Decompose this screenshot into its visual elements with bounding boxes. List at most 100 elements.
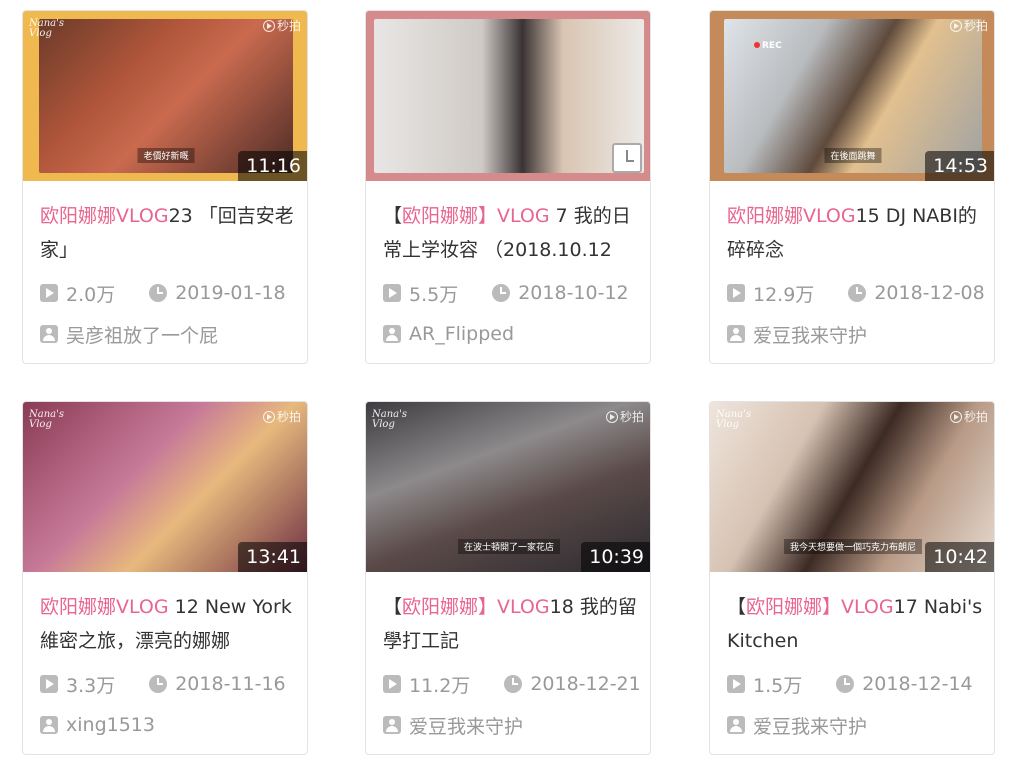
miaopai-icon <box>605 410 618 423</box>
watermark-text: 秒拍 <box>963 19 988 33</box>
miaopai-watermark: 秒拍 <box>262 408 301 425</box>
video-title[interactable]: 欧阳娜娜VLOG23 「回吉安老家」 <box>40 199 296 267</box>
thumbnail-image <box>374 19 644 173</box>
video-thumbnail[interactable]: Nana's Vlog 秒拍 我今天想要做一個巧克力布朗尼 10:42 <box>710 402 994 572</box>
watch-later-icon[interactable] <box>612 143 642 173</box>
clock-icon <box>149 675 168 693</box>
video-card[interactable]: Nana's Vlog 秒拍 在波士頓開了一家花店 10:39 【欧阳娜娜】VLO… <box>365 401 651 755</box>
clock-icon <box>848 284 867 302</box>
video-meta: 3.3万 2018-11-16 <box>40 671 300 697</box>
video-title[interactable]: 【欧阳娜娜】VLOG18 我的留學打工記 <box>383 590 639 658</box>
upload-date: 2018-12-21 <box>504 673 641 695</box>
watermark-text: 秒拍 <box>276 19 301 33</box>
play-icon <box>727 284 745 302</box>
video-meta: 1.5万 2018-12-14 <box>727 671 987 697</box>
view-count-text: 11.2万 <box>409 674 471 697</box>
video-duration: 11:16 <box>238 151 307 181</box>
uploader-name[interactable]: AR_Flipped <box>409 323 514 345</box>
title-highlight: 欧阳娜娜】VLOG <box>402 205 550 227</box>
video-title[interactable]: 欧阳娜娜VLOG 12 New York 維密之旅，漂亮的娜娜 <box>40 590 296 658</box>
video-thumbnail[interactable] <box>366 11 650 181</box>
uploader[interactable]: 爱豆我来守护 <box>383 712 523 738</box>
miaopai-watermark: 秒拍 <box>949 17 988 34</box>
uploader[interactable]: 爱豆我来守护 <box>727 321 867 347</box>
upload-date-text: 2018-10-12 <box>518 282 629 304</box>
uploader[interactable]: 爱豆我来守护 <box>727 712 867 738</box>
upload-date-text: 2019-01-18 <box>175 282 286 304</box>
video-card[interactable]: Nana's Vlog 秒拍 我今天想要做一個巧克力布朗尼 10:42 【欧阳娜娜… <box>709 401 995 755</box>
view-count: 11.2万 <box>383 671 470 698</box>
user-icon <box>383 325 401 343</box>
title-prefix: 【 <box>383 596 403 618</box>
video-thumbnail[interactable]: REC 秒拍 在後面跳舞 14:53 <box>710 11 994 181</box>
clock-icon <box>149 284 168 302</box>
play-icon <box>40 675 58 693</box>
title-highlight: 欧阳娜娜VLOG <box>40 205 169 227</box>
video-card[interactable]: Nana's Vlog 秒拍 老價好新嘅 11:16 欧阳娜娜VLOG23 「回吉… <box>22 10 308 364</box>
user-icon <box>727 325 745 343</box>
view-count-text: 1.5万 <box>753 674 803 697</box>
video-meta: 11.2万 2018-12-21 <box>383 671 643 697</box>
play-icon <box>383 675 401 693</box>
upload-date: 2019-01-18 <box>149 282 286 304</box>
view-count: 1.5万 <box>727 671 802 698</box>
clock-icon <box>504 675 523 693</box>
video-title[interactable]: 【欧阳娜娜】VLOG 7 我的日常上学妆容 （2018.10.12 <box>383 199 639 267</box>
video-meta: 2.0万 2019-01-18 <box>40 280 300 306</box>
play-icon <box>40 284 58 302</box>
play-icon <box>727 675 745 693</box>
watermark-text: 秒拍 <box>619 410 644 424</box>
vlog-logo: Nana's Vlog <box>372 409 407 430</box>
video-title[interactable]: 欧阳娜娜VLOG15 DJ NABI的碎碎念 <box>727 199 983 267</box>
video-duration: 10:42 <box>925 542 994 572</box>
video-card[interactable]: REC 秒拍 在後面跳舞 14:53 欧阳娜娜VLOG15 DJ NABI的碎碎… <box>709 10 995 364</box>
title-highlight: 欧阳娜娜】VLOG <box>746 596 894 618</box>
title-highlight: 欧阳娜娜】VLOG <box>402 596 550 618</box>
view-count-text: 5.5万 <box>409 283 459 306</box>
upload-date: 2018-12-14 <box>836 673 973 695</box>
video-thumbnail[interactable]: Nana's Vlog 秒拍 13:41 <box>23 402 307 572</box>
vlog-logo: Nana's Vlog <box>716 409 751 430</box>
user-icon <box>40 325 58 343</box>
rec-indicator: REC <box>754 41 782 51</box>
uploader-name[interactable]: 爱豆我来守护 <box>753 712 867 739</box>
uploader-name[interactable]: 爱豆我来守护 <box>409 712 523 739</box>
video-meta: 5.5万 2018-10-12 <box>383 280 643 306</box>
view-count: 12.9万 <box>727 280 814 307</box>
clock-icon <box>836 675 855 693</box>
miaopai-watermark: 秒拍 <box>262 17 301 34</box>
miaopai-watermark: 秒拍 <box>949 408 988 425</box>
uploader-name[interactable]: xing1513 <box>66 714 155 736</box>
video-thumbnail[interactable]: Nana's Vlog 秒拍 在波士頓開了一家花店 10:39 <box>366 402 650 572</box>
view-count-text: 2.0万 <box>66 283 116 306</box>
view-count-text: 12.9万 <box>753 283 815 306</box>
upload-date: 2018-12-08 <box>848 282 985 304</box>
upload-date-text: 2018-12-08 <box>874 282 985 304</box>
video-duration: 14:53 <box>925 151 994 181</box>
user-icon <box>40 716 58 734</box>
miaopai-icon <box>262 410 275 423</box>
vlog-logo: Nana's Vlog <box>29 409 64 430</box>
video-grid: Nana's Vlog 秒拍 老價好新嘅 11:16 欧阳娜娜VLOG23 「回吉… <box>0 0 1021 772</box>
uploader[interactable]: xing1513 <box>40 712 155 738</box>
watermark-text: 秒拍 <box>963 410 988 424</box>
view-count: 5.5万 <box>383 280 458 307</box>
video-subtitle: 老價好新嘅 <box>137 148 195 163</box>
video-subtitle: 在後面跳舞 <box>824 148 882 163</box>
view-count: 3.3万 <box>40 671 115 698</box>
video-thumbnail[interactable]: Nana's Vlog 秒拍 老價好新嘅 11:16 <box>23 11 307 181</box>
uploader-name[interactable]: 爱豆我来守护 <box>753 321 867 348</box>
clock-icon <box>492 284 511 302</box>
title-prefix: 【 <box>727 596 747 618</box>
play-icon <box>383 284 401 302</box>
video-card[interactable]: Nana's Vlog 秒拍 13:41 欧阳娜娜VLOG 12 New York… <box>22 401 308 755</box>
video-card[interactable]: 【欧阳娜娜】VLOG 7 我的日常上学妆容 （2018.10.12 5.5万 2… <box>365 10 651 364</box>
miaopai-icon <box>949 410 962 423</box>
video-title[interactable]: 【欧阳娜娜】VLOG17 Nabi's Kitchen <box>727 590 983 658</box>
view-count-text: 3.3万 <box>66 674 116 697</box>
uploader[interactable]: AR_Flipped <box>383 321 514 347</box>
title-highlight: 欧阳娜娜VLOG <box>727 205 856 227</box>
video-subtitle: 在波士頓開了一家花店 <box>457 539 561 554</box>
uploader[interactable]: 吴彦祖放了一个屁 <box>40 321 218 347</box>
uploader-name[interactable]: 吴彦祖放了一个屁 <box>66 321 218 348</box>
